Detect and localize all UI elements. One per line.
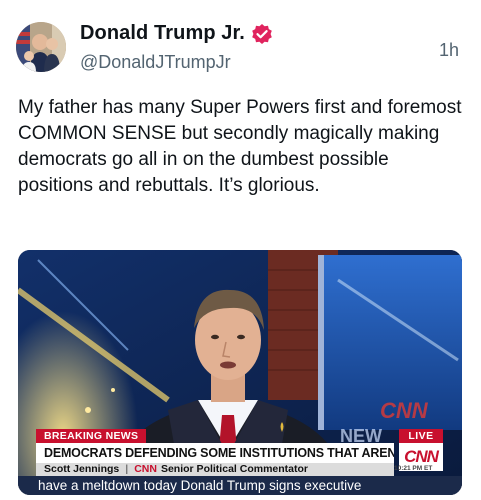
commentator-name: Scott Jennings: [44, 463, 120, 475]
author-handle[interactable]: @DonaldJTrumpJr: [80, 52, 231, 73]
news-lower-third: BREAKING NEWS LIVE DEMOCRATS DEFENDING S…: [18, 250, 462, 495]
news-headline: DEMOCRATS DEFENDING SOME INSTITUTIONS TH…: [36, 443, 394, 463]
verified-badge-icon: [251, 23, 273, 45]
author-display-name[interactable]: Donald Trump Jr.: [80, 22, 245, 45]
author-name-row: Donald Trump Jr.: [80, 22, 273, 45]
news-ticker: have a meltdown today Donald Trump signs…: [18, 476, 462, 495]
post-text: My father has many Super Powers first an…: [18, 97, 462, 196]
post-card[interactable]: Donald Trump Jr. @DonaldJTrumpJr 1h My f…: [0, 0, 481, 500]
breaking-news-label: BREAKING NEWS: [36, 429, 147, 443]
broadcast-clock: 10:21 PM ET: [394, 465, 433, 472]
live-badge: LIVE: [399, 429, 443, 443]
cnn-logo-text: CNN: [404, 447, 439, 466]
commentator-name-bar: Scott Jennings | CNN Senior Political Comme…: [36, 463, 394, 476]
commentator-title: Senior Political Commentator: [160, 463, 308, 475]
post-video-thumbnail[interactable]: CNN NEW BREAKING NEWS LIVE DEMOCRATS DEF…: [18, 250, 462, 495]
author-avatar[interactable]: [16, 22, 66, 72]
avatar-photo: [16, 22, 66, 72]
post-timestamp[interactable]: 1h: [439, 40, 459, 61]
commentator-network: CNN: [134, 463, 157, 475]
